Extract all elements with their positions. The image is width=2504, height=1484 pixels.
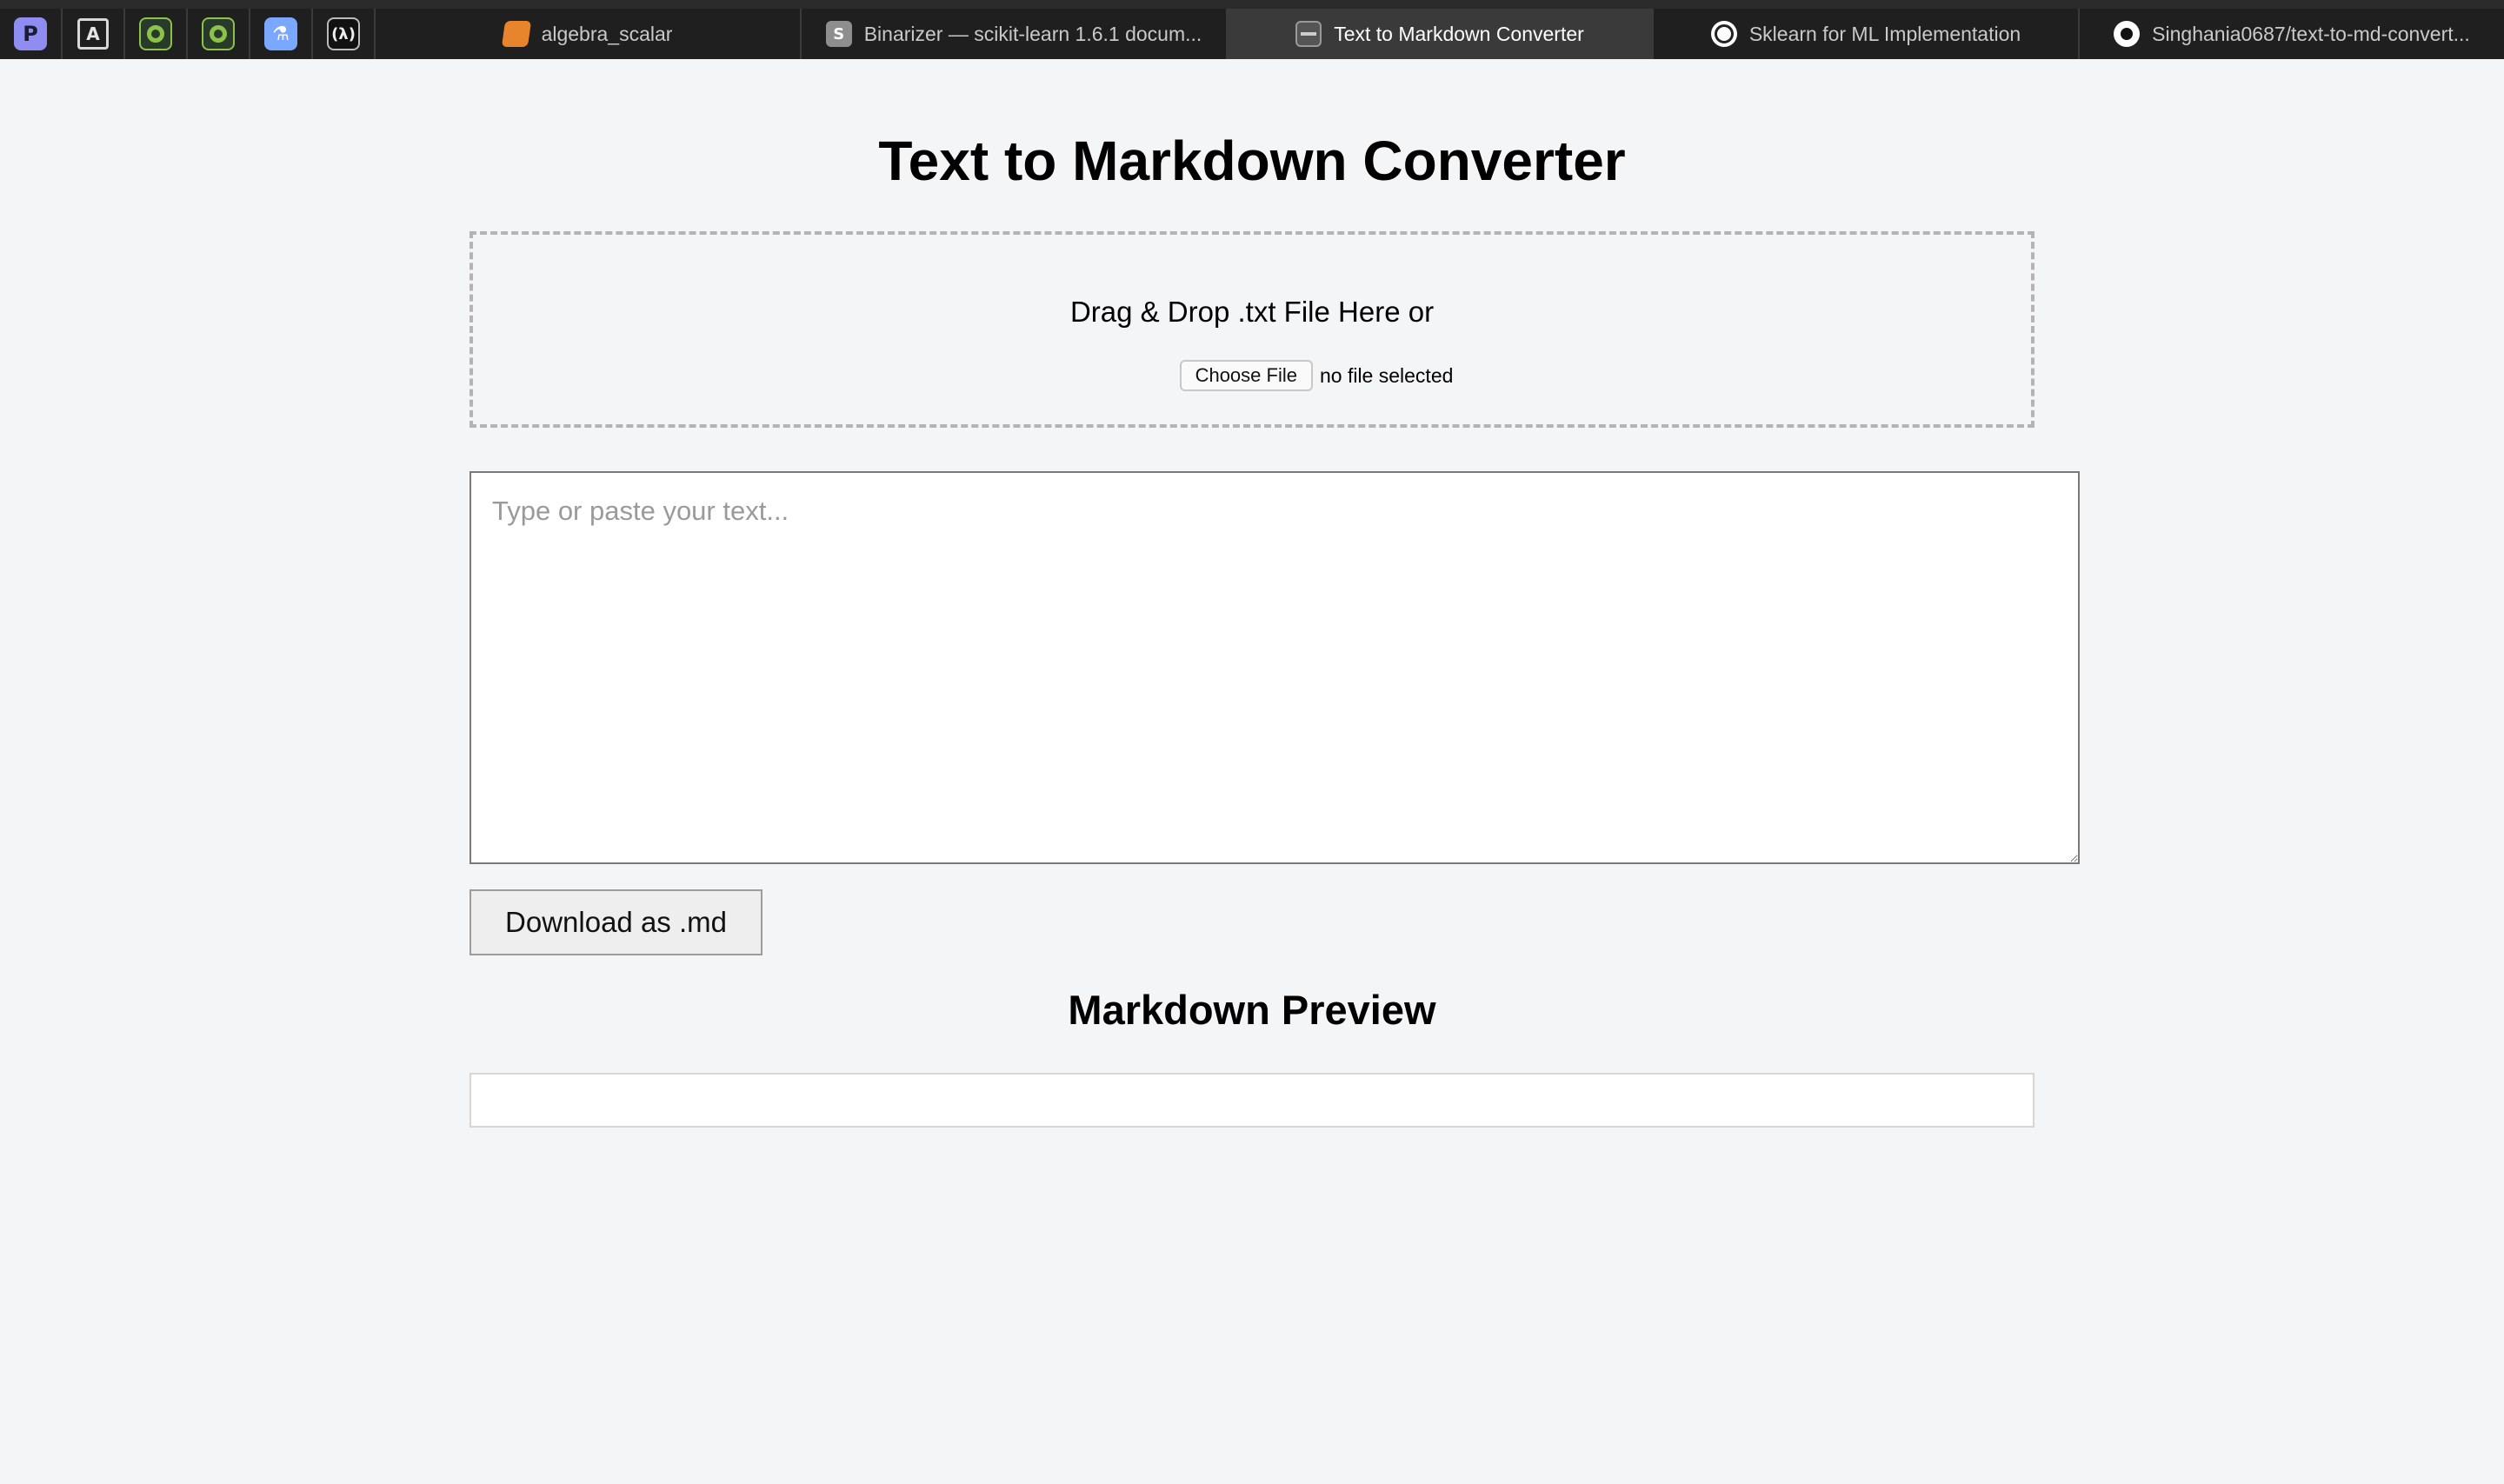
green-ring-icon [139,17,172,50]
lambda-icon: (λ) [327,17,360,50]
pinned-tab-5[interactable]: ⚗ [250,9,313,59]
chatgpt-icon [1710,21,1737,47]
page-title: Text to Markdown Converter [878,130,1626,192]
markdown-icon [1295,21,1322,47]
preview-heading: Markdown Preview [1068,987,1436,1033]
file-drop-zone[interactable]: Drag & Drop .txt File Here or Choose Fil… [470,231,2034,428]
pinned-tab-6[interactable]: (λ) [313,9,376,59]
tab-label: Singhania0687/text-to-md-convert... [2152,22,2470,45]
book-icon [501,21,531,47]
choose-file-button[interactable]: Choose File [1179,360,1313,391]
text-input-area[interactable] [470,471,2080,864]
tab-github-repo[interactable]: Singhania0687/text-to-md-convert... [2080,9,2504,59]
pinned-tab-4[interactable] [188,9,250,59]
drop-zone-text: Drag & Drop .txt File Here or [1069,296,1435,328]
green-ring-icon [202,17,235,50]
pinned-tab-1[interactable]: P [0,9,63,59]
tab-algebra-scalar[interactable]: algebra_scalar [376,9,802,59]
tab-binarizer-docs[interactable]: S Binarizer — scikit-learn 1.6.1 docum..… [802,9,1228,59]
p-logo-icon: P [14,17,47,50]
file-status-text: no file selected [1319,363,1454,387]
markdown-preview-box [470,1073,2034,1128]
tab-label: Sklearn for ML Implementation [1748,22,2021,45]
tab-text-to-markdown[interactable]: Text to Markdown Converter [1228,9,1654,59]
page-content: Text to Markdown Converter Drag & Drop .… [0,59,2504,1484]
s-logo-icon: S [825,21,852,47]
tab-sklearn-chat[interactable]: Sklearn for ML Implementation [1654,9,2080,59]
tab-label: Binarizer — scikit-learn 1.6.1 docum... [863,22,1202,45]
file-input-row: Choose File no file selected [473,360,2031,391]
tab-label: Text to Markdown Converter [1334,22,1584,45]
pinned-tab-2[interactable]: A [63,9,125,59]
browser-tab-bar: P A ⚗ (λ) algebra_scalar S Binarizer — s… [0,0,2504,59]
a-triangle-icon: A [77,18,109,50]
github-icon [2114,21,2141,47]
download-md-button[interactable]: Download as .md [470,889,763,955]
tab-label: algebra_scalar [541,22,673,45]
flask-icon: ⚗ [264,17,297,50]
pinned-tab-3[interactable] [125,9,188,59]
